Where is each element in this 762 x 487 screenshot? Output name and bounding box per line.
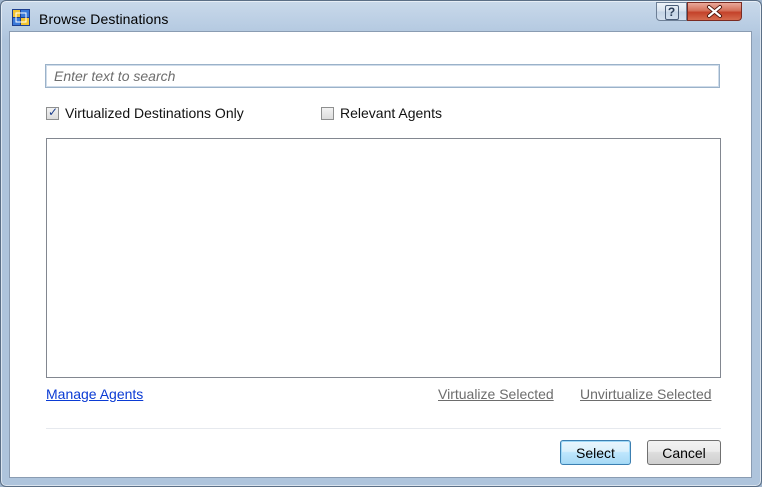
relevant-agents-label: Relevant Agents bbox=[340, 105, 442, 121]
help-icon: ? bbox=[664, 5, 679, 20]
dialog-body: Virtualized Destinations Only Relevant A… bbox=[9, 31, 752, 478]
app-grid-icon bbox=[12, 9, 30, 26]
help-button[interactable]: ? bbox=[656, 2, 687, 21]
manage-agents-link[interactable]: Manage Agents bbox=[46, 386, 143, 402]
close-icon bbox=[707, 5, 722, 18]
select-button[interactable]: Select bbox=[560, 440, 631, 465]
search-input[interactable] bbox=[45, 64, 720, 88]
checkbox-checked-icon[interactable] bbox=[46, 105, 59, 120]
cancel-button[interactable]: Cancel bbox=[647, 440, 721, 465]
window-title: Browse Destinations bbox=[39, 11, 169, 27]
separator bbox=[46, 428, 721, 429]
browse-destinations-dialog: Browse Destinations ? Virtualized Destin… bbox=[0, 0, 762, 487]
relevant-agents-checkbox[interactable]: Relevant Agents bbox=[321, 104, 442, 122]
unvirtualize-selected-link[interactable]: Unvirtualize Selected bbox=[580, 386, 712, 402]
virtualize-selected-link[interactable]: Virtualize Selected bbox=[438, 386, 554, 402]
close-button[interactable] bbox=[687, 2, 742, 21]
virtualized-only-label: Virtualized Destinations Only bbox=[65, 105, 244, 121]
virtualized-only-checkbox[interactable]: Virtualized Destinations Only bbox=[46, 104, 244, 122]
checkbox-unchecked-icon[interactable] bbox=[321, 106, 334, 120]
title-bar[interactable]: Browse Destinations ? bbox=[1, 1, 761, 31]
destinations-list[interactable] bbox=[46, 138, 721, 378]
